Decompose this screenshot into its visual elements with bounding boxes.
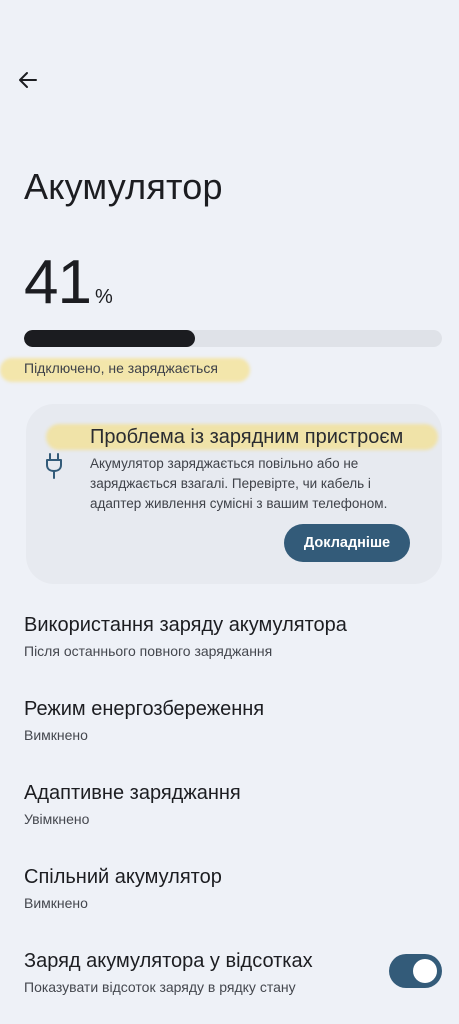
setting-adaptive-charging[interactable]: Адаптивне заряджання Увімкнено (24, 780, 442, 828)
setting-title: Адаптивне заряджання (24, 782, 241, 804)
setting-battery-percentage[interactable]: Заряд акумулятора у відсотках Показувати… (24, 948, 374, 996)
battery-percentage-unit: % (94, 286, 113, 308)
setting-title: Спільний акумулятор (24, 866, 222, 888)
setting-battery-saver[interactable]: Режим енергозбереження Вимкнено (24, 696, 442, 744)
learn-more-button[interactable]: Докладніше (284, 524, 410, 562)
battery-percentage-toggle[interactable] (389, 954, 442, 988)
setting-subtitle: Увімкнено (24, 811, 90, 827)
setting-battery-usage[interactable]: Використання заряду акумулятора Після ос… (24, 612, 442, 660)
card-description: Акумулятор заряджається повільно або не … (90, 456, 388, 511)
power-plug-icon (46, 453, 62, 479)
battery-level: 41 % (24, 252, 113, 314)
setting-title: Режим енергозбереження (24, 698, 265, 720)
arrow-left-icon (19, 72, 37, 88)
setting-subtitle: Показувати відсоток заряду в рядку стану (24, 979, 296, 995)
battery-progress-bar (24, 330, 442, 347)
setting-title: Використання заряду акумулятора (24, 614, 347, 636)
setting-subtitle: Після останнього повного заряджання (24, 643, 273, 659)
setting-title: Заряд акумулятора у відсотках (24, 950, 313, 972)
setting-subtitle: Вимкнено (24, 895, 88, 911)
card-title: Проблема із зарядним пристроєм (90, 426, 404, 448)
charging-status: Підключено, не заряджається (24, 360, 218, 376)
battery-percentage-value: 41 (24, 248, 92, 317)
back-button[interactable] (8, 60, 48, 100)
setting-battery-share[interactable]: Спільний акумулятор Вимкнено (24, 864, 442, 912)
setting-subtitle: Вимкнено (24, 727, 88, 743)
charger-problem-card: Проблема із зарядним пристроєм Акумулято… (26, 404, 442, 584)
toggle-knob (413, 959, 437, 983)
battery-progress-fill (24, 330, 196, 347)
page-title: Акумулятор (24, 166, 223, 207)
